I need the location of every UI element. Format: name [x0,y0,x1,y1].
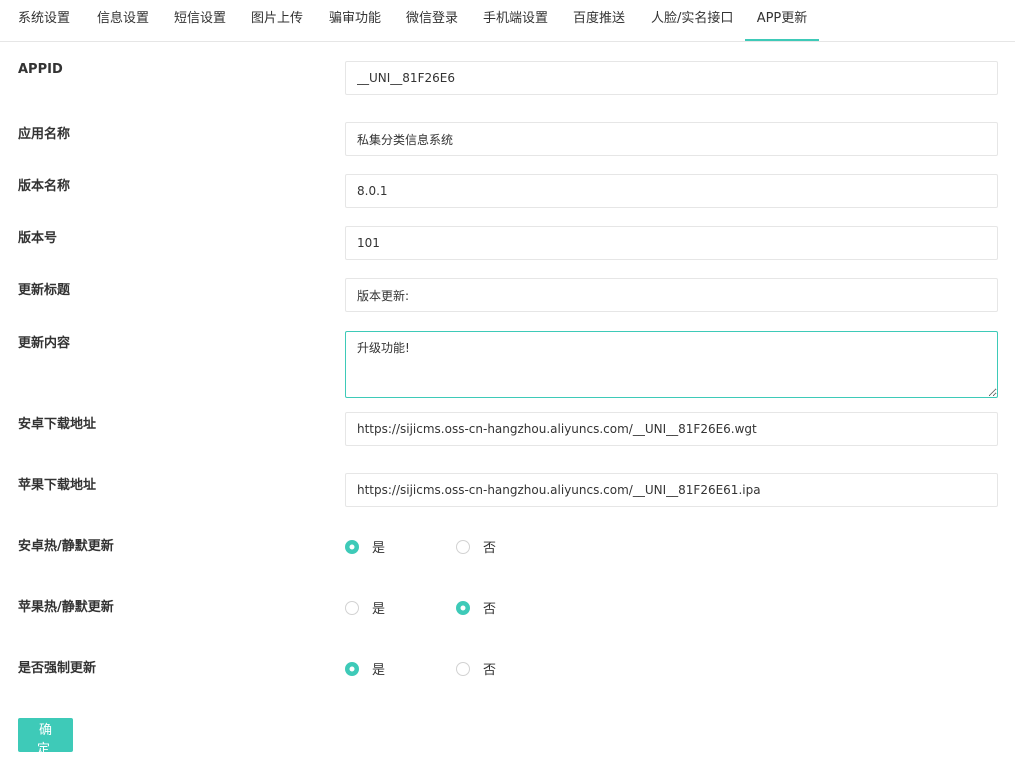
tab-review-bypass[interactable]: 骗审功能 [329,0,381,42]
radio-unchecked-icon [456,661,470,676]
ios-silent-label: 苹果热/静默更新 [18,600,114,615]
tab-mobile-settings[interactable]: 手机端设置 [483,0,548,42]
appid-label: APPID [18,62,63,77]
tab-image-upload[interactable]: 图片上传 [251,0,303,42]
radio-no-label: 否 [483,663,497,678]
app-name-label: 应用名称 [18,127,71,142]
tab-app-update[interactable]: APP更新 [745,0,819,41]
tab-bar: 系统设置 信息设置 短信设置 图片上传 骗审功能 微信登录 手机端设置 百度推送… [0,0,1015,42]
radio-no-label: 否 [483,602,497,617]
update-content-textarea[interactable]: 升级功能! [345,331,998,398]
radio-no-label: 否 [483,541,497,556]
force-update-no-radio[interactable]: 否 [456,659,496,678]
tab-sms-settings[interactable]: 短信设置 [174,0,226,42]
radio-checked-icon [456,600,470,615]
tab-baidu-push[interactable]: 百度推送 [573,0,625,42]
version-code-input[interactable] [345,226,998,260]
tab-wechat-login[interactable]: 微信登录 [406,0,458,42]
android-silent-yes-radio[interactable]: 是 [345,537,385,556]
radio-unchecked-icon [456,539,470,554]
android-silent-label: 安卓热/静默更新 [18,539,114,554]
submit-button[interactable]: 确 定 [18,718,73,757]
version-name-label: 版本名称 [18,179,71,194]
radio-yes-label: 是 [372,541,386,556]
tab-system-settings[interactable]: 系统设置 [18,0,70,42]
version-code-label: 版本号 [18,231,58,246]
tab-info-settings[interactable]: 信息设置 [97,0,149,42]
android-url-input[interactable] [345,412,998,446]
tab-face-realname[interactable]: 人脸/实名接口 [651,0,733,42]
radio-checked-icon [345,539,359,554]
ios-silent-yes-radio[interactable]: 是 [345,598,385,617]
force-update-yes-radio[interactable]: 是 [345,659,385,678]
version-name-input[interactable] [345,174,998,208]
update-title-label: 更新标题 [18,283,71,298]
android-silent-no-radio[interactable]: 否 [456,537,496,556]
radio-checked-icon [345,661,359,676]
radio-unchecked-icon [345,600,359,615]
app-name-input[interactable] [345,122,998,156]
radio-yes-label: 是 [372,602,386,617]
radio-yes-label: 是 [372,663,386,678]
update-title-input[interactable] [345,278,998,312]
android-url-label: 安卓下载地址 [18,417,97,432]
appid-input[interactable] [345,61,998,95]
force-update-label: 是否强制更新 [18,661,97,676]
ios-url-label: 苹果下载地址 [18,478,97,493]
ios-url-input[interactable] [345,473,998,507]
update-content-label: 更新内容 [18,336,71,351]
ios-silent-no-radio[interactable]: 否 [456,598,496,617]
